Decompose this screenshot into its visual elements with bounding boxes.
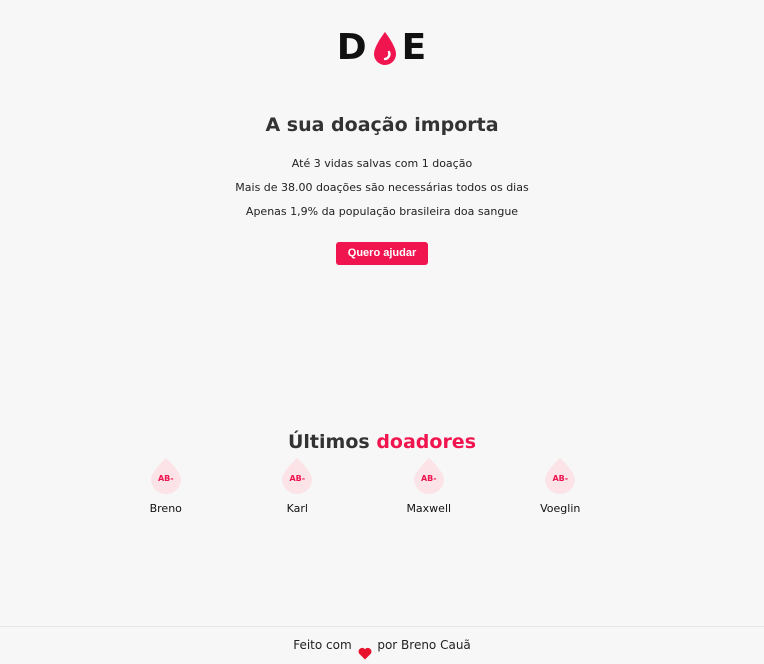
- blood-drop-icon: [370, 28, 400, 68]
- hero-section: A sua doação importa Até 3 vidas salvas …: [0, 112, 764, 265]
- donor-drop-icon: AB-: [543, 458, 577, 494]
- donor-card: AB- Breno: [100, 458, 232, 515]
- donors-title-accent: doadores: [376, 430, 477, 453]
- donor-drop-icon: AB-: [149, 458, 183, 494]
- donor-name: Karl: [286, 502, 308, 515]
- donor-drop-icon: AB-: [280, 458, 314, 494]
- donor-name: Maxwell: [406, 502, 452, 515]
- footer: Feito com por Breno Cauã: [0, 626, 764, 664]
- hero-fact-1: Até 3 vidas salvas com 1 doação: [291, 157, 473, 170]
- donor-drop-icon: AB-: [412, 458, 446, 494]
- page: DE A sua doação importa Até 3 vidas salv…: [0, 0, 764, 664]
- heart-icon: [358, 638, 372, 660]
- donors-title-prefix: Últimos: [287, 430, 370, 453]
- help-button[interactable]: Quero ajudar: [335, 242, 429, 265]
- donor-card: AB- Maxwell: [363, 458, 495, 515]
- donors-title: Últimos doadores: [0, 429, 764, 455]
- donor-blood-type: AB-: [552, 474, 569, 483]
- donor-name: Voeglin: [540, 502, 581, 515]
- footer-text-after: por Breno Cauã: [377, 638, 471, 652]
- hero-fact-2: Mais de 38.00 doações são necessárias to…: [235, 181, 529, 194]
- donor-blood-type: AB-: [289, 474, 306, 483]
- hero-fact-3: Apenas 1,9% da população brasileira doa …: [245, 205, 519, 218]
- logo-letter-e: E: [401, 27, 428, 68]
- donor-blood-type: AB-: [420, 474, 437, 483]
- donor-name: Breno: [149, 502, 182, 515]
- hero-title: A sua doação importa: [265, 114, 499, 136]
- donor-card: AB- Karl: [232, 458, 364, 515]
- donor-blood-type: AB-: [157, 474, 174, 483]
- logo[interactable]: DE: [0, 28, 764, 68]
- logo-letter-d: D: [336, 27, 368, 68]
- donors-list: AB- Breno AB- Karl AB- Maxwell AB- Voegl…: [100, 458, 626, 515]
- donor-card: AB- Voeglin: [495, 458, 627, 515]
- footer-text-before: Feito com: [293, 638, 352, 652]
